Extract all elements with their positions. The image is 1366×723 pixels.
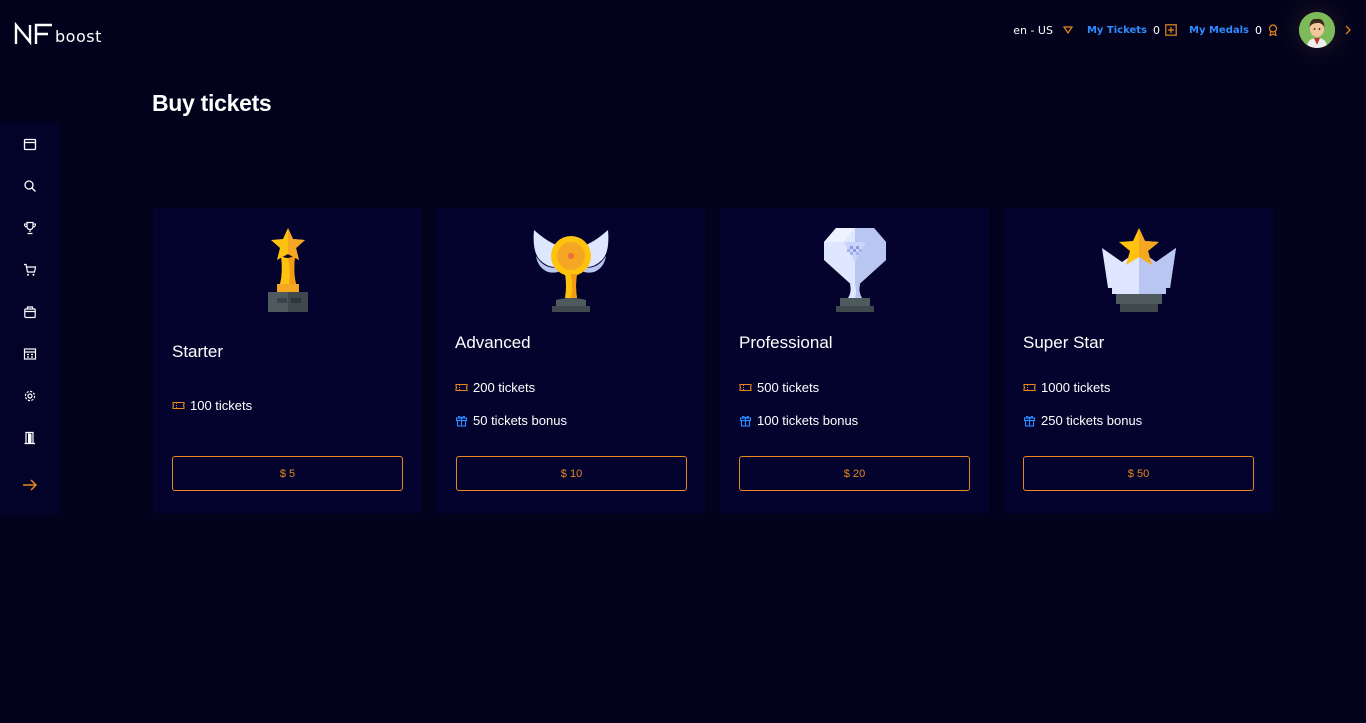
- avatar-illustration-icon: [1299, 12, 1335, 48]
- winged-medal-trophy-icon: [533, 230, 608, 312]
- ticket-icon: [172, 401, 185, 410]
- shopping-bag-icon: [24, 306, 36, 319]
- gift-icon: [455, 415, 468, 427]
- page-title: Buy tickets: [152, 90, 272, 116]
- exit-door-icon: [24, 431, 35, 445]
- tickets-amount: 1000 tickets: [1041, 380, 1111, 395]
- gear-icon: [24, 390, 36, 402]
- gift-icon: [1023, 415, 1036, 427]
- cart-icon: [24, 263, 37, 276]
- my-tickets-label[interactable]: My Tickets: [1087, 25, 1147, 36]
- tickets-amount: 500 tickets: [757, 380, 820, 395]
- ticket-icon: [455, 383, 468, 392]
- dashboard-icon: [23, 348, 37, 360]
- package-card-advanced: Advanced 200 tickets 50 tickets bonus $ …: [436, 208, 705, 513]
- sidebar-item-trophies[interactable]: [23, 221, 37, 235]
- ticket-icon: [739, 383, 752, 392]
- bonus-amount: 100 tickets bonus: [757, 413, 859, 428]
- top-bar: en - US My Tickets 0 My Medals 0: [1013, 0, 1357, 70]
- tickets-amount: 200 tickets: [473, 380, 536, 395]
- my-medals-label[interactable]: My Medals: [1189, 25, 1249, 36]
- logo[interactable]: boost: [14, 20, 102, 46]
- package-name: Professional: [739, 333, 833, 352]
- bonus-feature: 50 tickets bonus: [455, 413, 567, 428]
- buy-button-professional[interactable]: $ 20: [739, 456, 970, 491]
- sidebar-item-logout[interactable]: [23, 431, 37, 445]
- sidebar-item-bag[interactable]: [23, 305, 37, 319]
- language-selector[interactable]: en - US: [1013, 24, 1053, 37]
- buy-button-advanced[interactable]: $ 10: [456, 456, 687, 491]
- search-icon: [24, 180, 36, 192]
- tickets-feature: 200 tickets: [455, 380, 535, 395]
- sidebar-item-dashboard[interactable]: [23, 347, 37, 361]
- gift-icon: [739, 415, 752, 427]
- package-card-super-star: Super Star 1000 tickets 250 tickets bonu…: [1004, 208, 1273, 513]
- sidebar-item-search[interactable]: [23, 179, 37, 193]
- diamond-trophy-icon: [823, 228, 886, 312]
- tickets-feature: 1000 tickets: [1023, 380, 1110, 395]
- sidebar-item-calendar[interactable]: [23, 137, 37, 151]
- sidebar: [0, 123, 60, 515]
- sidebar-item-settings[interactable]: [23, 389, 37, 403]
- package-name: Advanced: [455, 333, 531, 352]
- bonus-feature: 100 tickets bonus: [739, 413, 858, 428]
- calendar-icon: [23, 138, 37, 151]
- bonus-amount: 50 tickets bonus: [473, 413, 567, 428]
- bonus-feature: 250 tickets bonus: [1023, 413, 1142, 428]
- gold-star-trophy-icon: [267, 228, 308, 312]
- trophy-icon: [23, 221, 37, 235]
- nf-logo-mark: [14, 22, 52, 46]
- my-tickets-count: 0: [1153, 23, 1161, 37]
- package-name: Starter: [172, 342, 224, 361]
- my-medals-count: 0: [1255, 23, 1262, 37]
- buy-button-super-star[interactable]: $ 50: [1023, 456, 1254, 491]
- ticket-icon: [1023, 383, 1036, 392]
- avatar: [1299, 12, 1335, 48]
- tickets-feature: 100 tickets: [172, 398, 252, 413]
- add-tickets-icon[interactable]: [1165, 24, 1177, 36]
- logo-text: boost: [55, 27, 102, 46]
- bonus-amount: 250 tickets bonus: [1041, 413, 1143, 428]
- arrow-right-icon: [23, 479, 38, 491]
- crystal-star-trophy-icon: [1101, 228, 1176, 312]
- user-avatar[interactable]: [1277, 0, 1357, 70]
- sidebar-expand-button[interactable]: [22, 478, 38, 492]
- buy-button-starter[interactable]: $ 5: [172, 456, 403, 491]
- chevron-down-icon[interactable]: [1062, 26, 1073, 34]
- package-card-starter: Starter 100 tickets $ 5: [153, 208, 422, 513]
- package-name: Super Star: [1023, 333, 1105, 352]
- package-card-professional: Professional 500 tickets 100 tickets bon…: [720, 208, 989, 513]
- sidebar-item-cart[interactable]: [23, 263, 37, 277]
- tickets-amount: 100 tickets: [190, 398, 253, 413]
- tickets-feature: 500 tickets: [739, 380, 819, 395]
